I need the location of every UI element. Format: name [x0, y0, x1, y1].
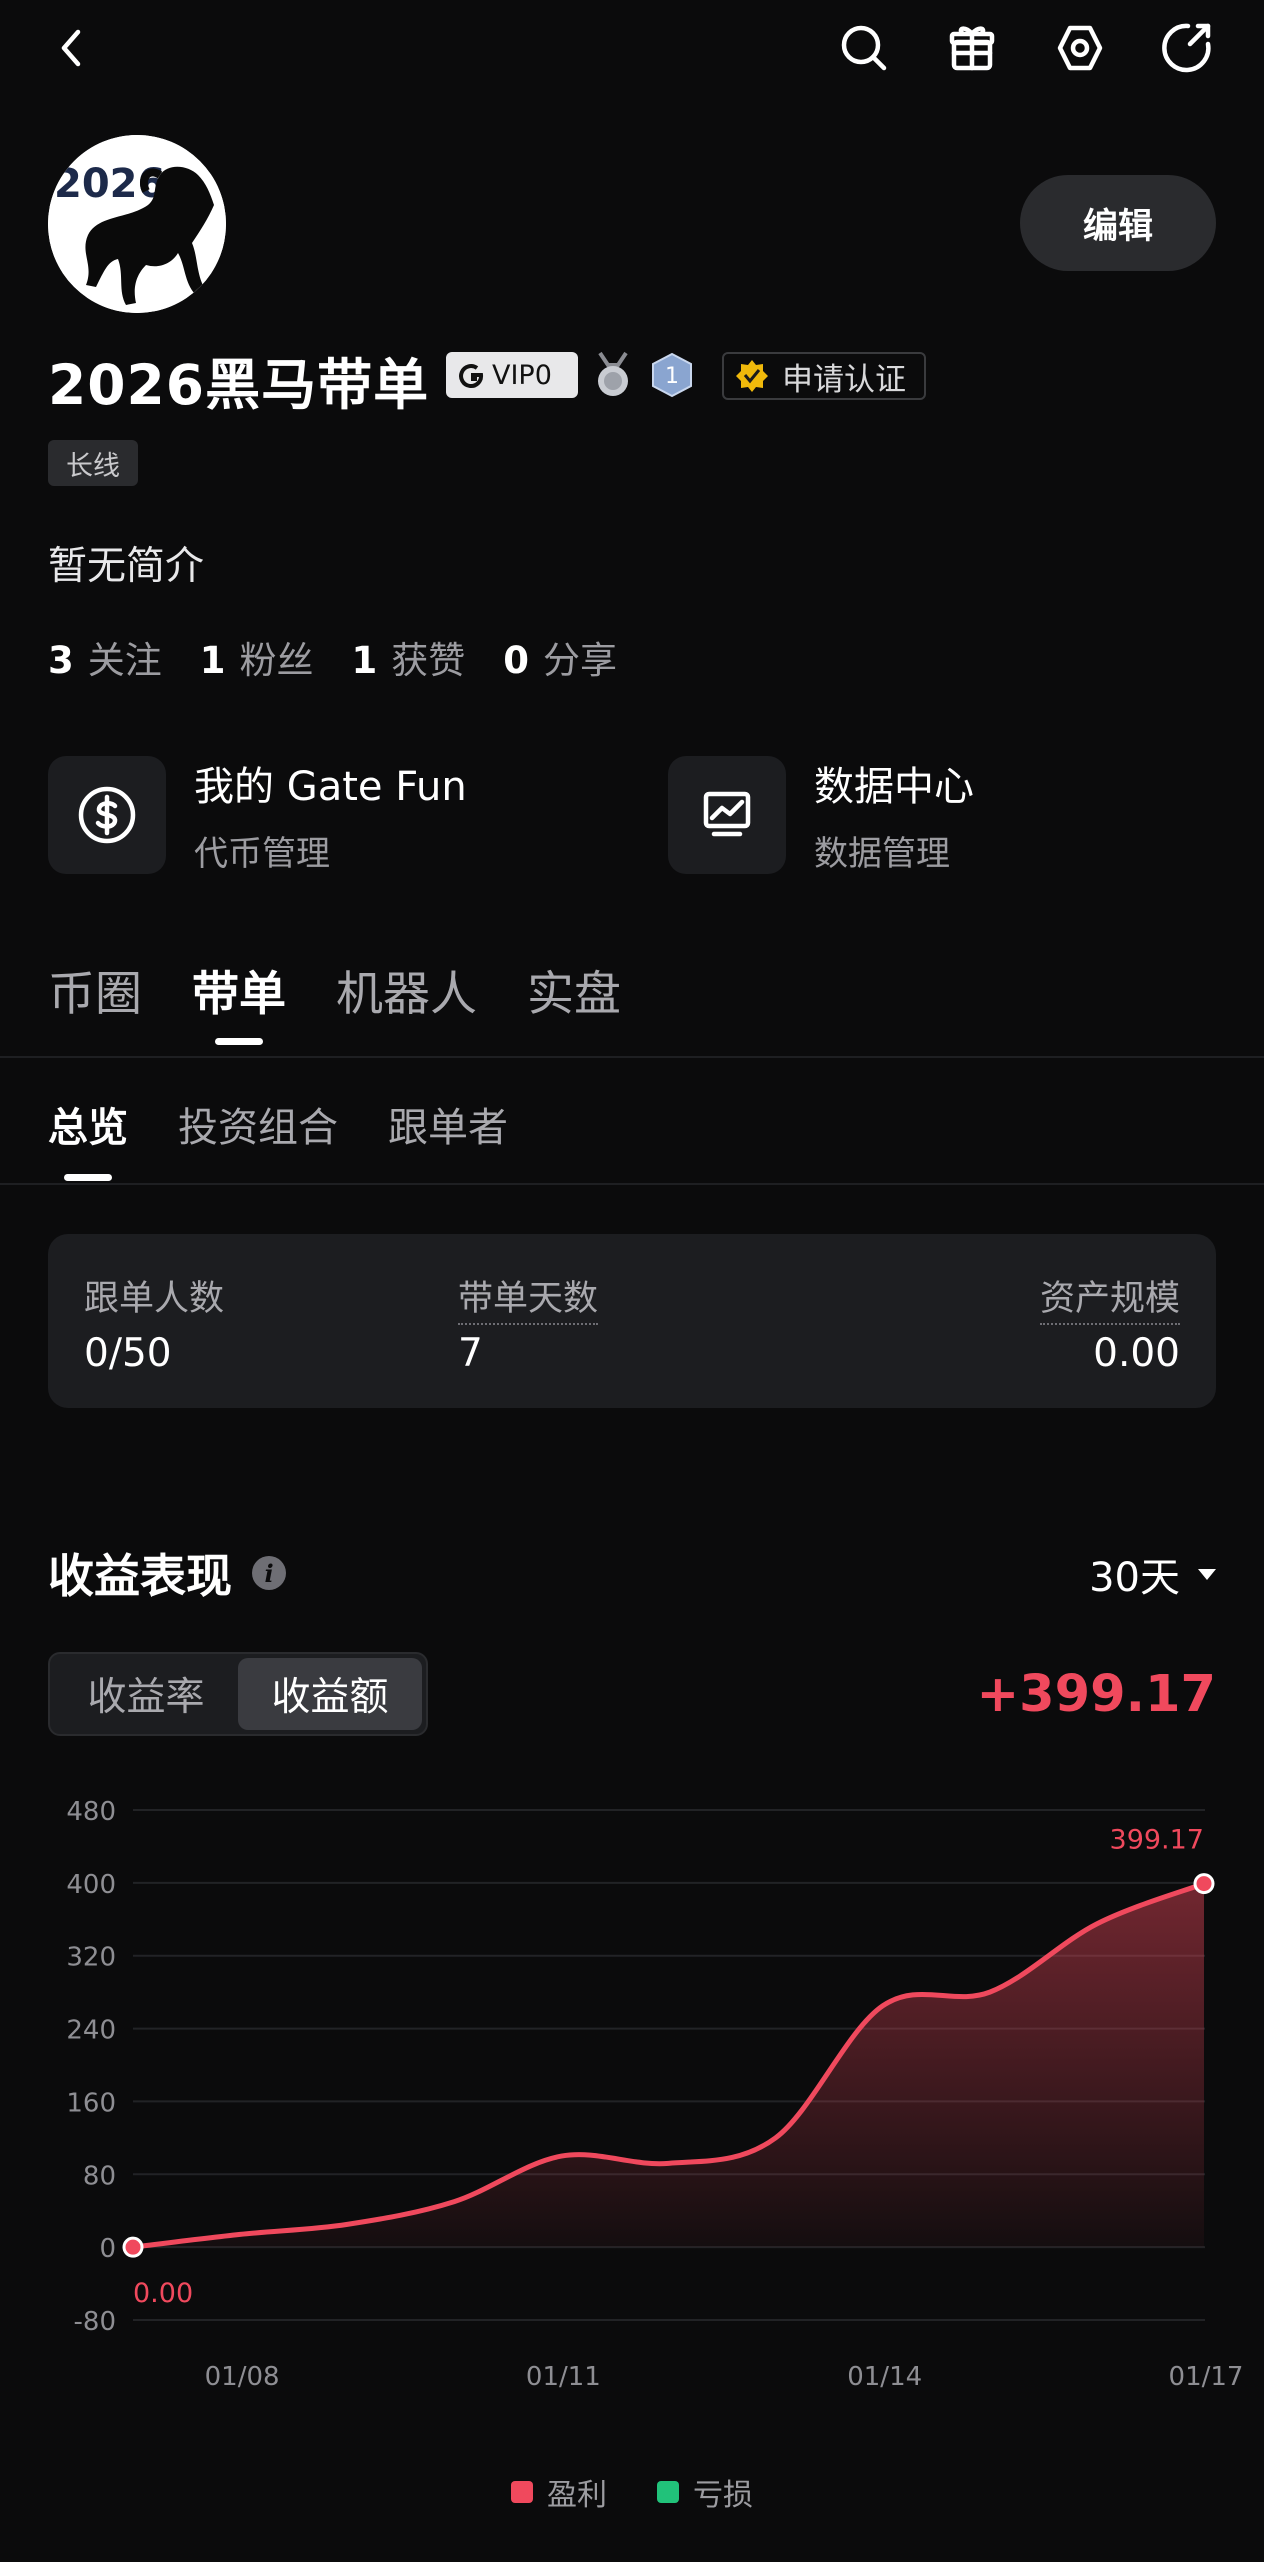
y-tick-label: 400: [66, 1870, 116, 1900]
top-bar: [0, 0, 1264, 100]
stat-shares[interactable]: 0 分享: [503, 630, 617, 684]
toggle-return-amount[interactable]: 收益额: [238, 1658, 422, 1730]
summary-followers: 跟单人数 0/50: [84, 1270, 224, 1376]
stat-likes[interactable]: 1 获赞: [352, 630, 466, 684]
y-tick-label: -80: [74, 2307, 116, 2337]
data-center-title: 数据中心: [814, 764, 974, 810]
tab-portfolio[interactable]: 投资组合: [178, 1095, 338, 1181]
verified-badge-icon: [736, 360, 768, 392]
metric-toggle: 收益率 收益额: [48, 1652, 428, 1736]
x-tick-label: 01/11: [526, 2362, 601, 2392]
gate-fun-subtitle: 代币管理: [194, 834, 330, 874]
legend-swatch-loss: [657, 2481, 679, 2503]
stat-label: 关注: [87, 639, 162, 682]
stat-label: 获赞: [391, 639, 466, 682]
end-point: [1193, 1873, 1215, 1895]
vip-badge[interactable]: VIP0: [446, 352, 578, 398]
apply-verification-button[interactable]: 申请认证: [722, 352, 926, 400]
y-tick-label: 80: [83, 2161, 116, 2191]
data-center-subtitle: 数据管理: [814, 834, 950, 874]
tab-live-trading[interactable]: 实盘: [527, 955, 621, 1045]
tab-copy-trading[interactable]: 带单: [192, 955, 286, 1045]
summary-value: 7: [458, 1331, 483, 1376]
performance-title: 收益表现 i: [48, 1540, 286, 1606]
medal-icon[interactable]: [590, 351, 636, 399]
stat-number: 3: [48, 639, 74, 682]
profile-tag: 长线: [48, 440, 138, 486]
stat-following[interactable]: 3 关注: [48, 630, 162, 684]
legend-profit: 盈利: [511, 2470, 607, 2514]
search-icon[interactable]: [832, 16, 896, 80]
settings-icon[interactable]: [1048, 16, 1112, 80]
y-tick-label: 160: [66, 2088, 116, 2118]
legend-label: 亏损: [693, 2478, 753, 2513]
end-value-label: 399.17: [1110, 1825, 1204, 1856]
sub-tabs: 总览 投资组合 跟单者: [48, 1095, 558, 1181]
range-value: 30天: [1089, 1555, 1180, 1601]
tabs-divider: [0, 1056, 1264, 1058]
back-icon[interactable]: [40, 16, 104, 80]
summary-label: 跟单人数: [84, 1279, 225, 1319]
gate-fun-title: 我的 Gate Fun: [194, 764, 467, 810]
caret-down-icon: [1198, 1568, 1216, 1580]
level-number: 1: [665, 364, 679, 389]
stat-number: 1: [351, 639, 378, 682]
legend-swatch-profit: [511, 2481, 533, 2503]
level-badge-icon[interactable]: 1: [649, 351, 695, 399]
x-tick-label: 01/17: [1169, 2362, 1244, 2392]
profile-name: 2026黑马带单: [48, 353, 430, 417]
toggle-return-rate[interactable]: 收益率: [54, 1658, 238, 1730]
x-tick-label: 01/08: [205, 2362, 280, 2392]
summary-value: 0.00: [1093, 1331, 1180, 1376]
tab-crypto-circle[interactable]: 币圈: [48, 955, 142, 1045]
gift-icon[interactable]: [940, 16, 1004, 80]
stat-number: 0: [503, 639, 529, 682]
tab-followers[interactable]: 跟单者: [388, 1095, 508, 1181]
start-value-label: 0.00: [133, 2278, 193, 2309]
summary-days[interactable]: 带单天数 7: [458, 1270, 599, 1376]
y-tick-label: 320: [66, 1943, 116, 1973]
y-tick-label: 240: [66, 2016, 116, 2046]
x-tick-label: 01/14: [847, 2362, 922, 2392]
share-icon[interactable]: [1154, 16, 1218, 80]
stat-followers[interactable]: 1 粉丝: [200, 630, 314, 684]
subtabs-divider: [0, 1183, 1264, 1185]
performance-title-text: 收益表现: [48, 1549, 232, 1603]
stat-label: 粉丝: [239, 639, 314, 682]
chart-legend: 盈利 亏损: [0, 2470, 1264, 2514]
start-point: [122, 2236, 144, 2258]
stat-label: 分享: [543, 639, 617, 682]
legend-label: 盈利: [547, 2478, 607, 2513]
summary-card: 跟单人数 0/50 带单天数 7 资产规模 0.00: [48, 1234, 1216, 1408]
profile-bio: 暂无简介: [48, 544, 205, 589]
range-select[interactable]: 30天: [1089, 1545, 1216, 1603]
gate-fun-entry[interactable]: 我的 Gate Fun 代币管理: [48, 754, 467, 875]
dollar-circle-icon: [48, 755, 166, 874]
gate-logo-icon: [459, 364, 484, 388]
summary-value: 0/50: [84, 1331, 172, 1376]
avatar-logo-text: 2026: [54, 161, 165, 207]
summary-label: 带单天数: [458, 1270, 599, 1325]
y-tick-label: 0: [99, 2234, 116, 2264]
edit-button[interactable]: 编辑: [1020, 175, 1216, 271]
vip-label: VIP0: [492, 359, 552, 391]
y-tick-label: 480: [66, 1797, 116, 1827]
chart-monitor-icon: [668, 755, 786, 874]
profit-chart[interactable]: 480 400 320 240 160 80 0 -80 01/08 01/11 01/14 01/1…: [0, 1760, 1264, 2400]
avatar[interactable]: 2026: [48, 135, 226, 313]
tab-bots[interactable]: 机器人: [336, 955, 477, 1045]
profile-stats: 3 关注 1 粉丝 1 获赞 0 分享: [48, 630, 655, 684]
profit-area: [133, 1883, 1204, 2248]
info-icon[interactable]: i: [252, 1556, 286, 1590]
legend-loss: 亏损: [657, 2470, 753, 2514]
tab-overview[interactable]: 总览: [48, 1095, 128, 1181]
stat-number: 1: [199, 639, 226, 682]
data-center-entry[interactable]: 数据中心 数据管理: [668, 754, 974, 875]
total-profit: +399.17: [976, 1665, 1216, 1724]
verify-label: 申请认证: [782, 361, 906, 398]
summary-label: 资产规模: [1039, 1270, 1180, 1325]
main-tabs: 币圈 带单 机器人 实盘: [48, 955, 671, 1045]
summary-aum[interactable]: 资产规模 0.00: [1039, 1270, 1180, 1376]
